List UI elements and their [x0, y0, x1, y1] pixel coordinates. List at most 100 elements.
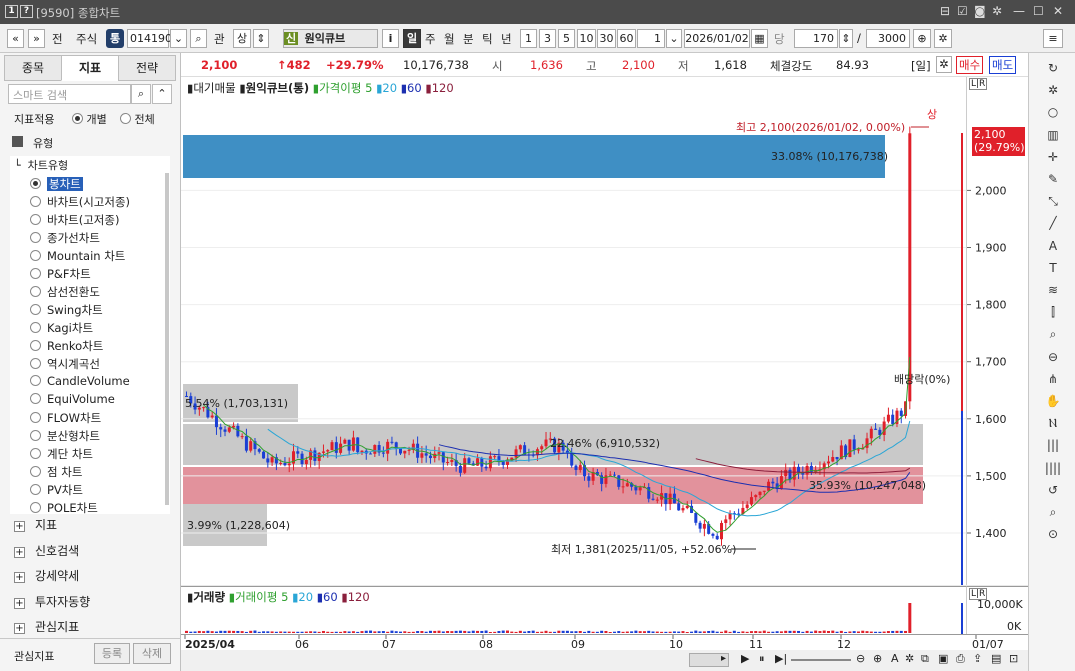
legend-supply[interactable]: 대기매물 [193, 81, 235, 95]
chart-type-item[interactable]: Renko차트 [30, 338, 103, 355]
code-dropdown-icon[interactable]: ⌄ [170, 29, 187, 48]
legend-vma20[interactable]: 20 [298, 590, 313, 604]
pencil-icon[interactable]: ✎ [1044, 170, 1062, 188]
register-button[interactable]: 등록 [94, 643, 130, 664]
export-icon[interactable]: ⇪ [973, 652, 982, 665]
auto-icon[interactable]: A [1044, 237, 1062, 255]
chart-type-item[interactable]: 봉차트 [30, 176, 83, 193]
chart-type-item[interactable]: CandleVolume [30, 374, 130, 391]
list-scrollbar[interactable] [165, 173, 169, 505]
zoom-out-icon[interactable]: ⊖ [856, 652, 865, 665]
section-header[interactable]: + 지표 [14, 516, 57, 533]
smart-search-input[interactable]: 스마트 검색 [8, 84, 131, 104]
candle-icon[interactable]: ⫿ [1044, 303, 1062, 321]
interval-60-button[interactable]: 60 [617, 29, 636, 48]
circle-icon[interactable]: ○ [1044, 103, 1062, 121]
fib-lines-icon[interactable]: ||| [1044, 436, 1062, 454]
period-month-button[interactable]: 월 [444, 31, 455, 47]
speed-slider[interactable] [791, 659, 851, 661]
prev-stock-button[interactable]: « [7, 29, 24, 48]
undo-icon[interactable]: ↺ [1044, 481, 1062, 499]
price-axis[interactable]: L|R 2,000 1,900 1,800 1,700 1,600 1,500 1,400 … [966, 77, 1028, 585]
chart-type-item[interactable]: 바차트(시고저종) [30, 194, 130, 211]
interval-1-button[interactable]: 1 [520, 29, 537, 48]
volume-axis[interactable]: L|R 10,000K 0K [966, 586, 1028, 634]
legend-vma5[interactable]: 5 [281, 590, 288, 604]
market-select[interactable]: 주식 [76, 31, 97, 47]
legend-ma20[interactable]: 20 [382, 81, 397, 95]
legend-ma-label[interactable]: 가격이평 [319, 81, 361, 95]
chart-type-item[interactable]: 종가선차트 [30, 230, 100, 247]
legend-volume[interactable]: 거래량 [193, 590, 225, 604]
legend-vma-label[interactable]: 거래이평 [235, 590, 277, 604]
volume-chart-panel[interactable]: ▮거래량 ▮거래이평 5 ▮20 ▮60 ▮120 [181, 586, 966, 635]
legend-ma60[interactable]: 60 [407, 81, 422, 95]
chart-type-item[interactable]: 계단 차트 [30, 446, 93, 463]
settings-icon[interactable]: ✲ [992, 4, 1002, 18]
legend-vma120[interactable]: 120 [348, 590, 370, 604]
updown-spinner-icon[interactable]: ⇕ [253, 29, 269, 48]
chart-type-item[interactable]: Mountain 차트 [30, 248, 125, 265]
chart-type-item[interactable]: P&F차트 [30, 266, 91, 283]
camera-icon[interactable]: ◙ [974, 4, 986, 18]
settings-icon[interactable]: ✲ [905, 652, 914, 665]
interval-dropdown-icon[interactable]: ⌄ [666, 29, 682, 48]
section-header[interactable]: + 관심지표 [14, 618, 79, 635]
chart-type-item[interactable]: EquiVolume [30, 392, 115, 409]
chart-type-item[interactable]: PV차트 [30, 482, 83, 499]
line-icon[interactable]: ╱ [1044, 214, 1062, 232]
zoom-in-icon[interactable]: ⊕ [873, 652, 882, 665]
section-header[interactable]: + 신호검색 [14, 542, 79, 559]
group-type-header[interactable]: 유형 [12, 135, 172, 151]
search-icon[interactable]: ⌕ [1044, 503, 1062, 521]
save-icon[interactable]: ▣ [938, 652, 948, 665]
toolbar-menu-icon[interactable]: ≡ [1043, 29, 1063, 48]
calendar-icon[interactable]: ▦ [751, 29, 768, 48]
apply-all-radio[interactable]: 전체 [120, 111, 155, 127]
text-icon[interactable]: A [891, 652, 899, 665]
gwan-button[interactable]: 관 [214, 31, 225, 47]
magnet-icon[interactable]: ⋔ [1044, 370, 1062, 388]
tong-button[interactable]: 통 [106, 29, 124, 48]
toolbar-settings-icon[interactable]: ✲ [934, 29, 952, 48]
legend-stock[interactable]: 원익큐브(통) [246, 81, 309, 95]
delete-button[interactable]: 삭제 [133, 643, 171, 664]
tab-strategy[interactable]: 전략 [118, 55, 176, 81]
interval-3-button[interactable]: 3 [539, 29, 556, 48]
infobar-settings-icon[interactable]: ✲ [936, 56, 952, 73]
period-tick-button[interactable]: 틱 [482, 31, 493, 47]
legend-vma60[interactable]: 60 [323, 590, 338, 604]
help-icon[interactable]: ? [20, 5, 33, 18]
gear-icon[interactable]: ✲ [1044, 81, 1062, 99]
total-count-input[interactable]: 3000 [866, 29, 910, 48]
next-stock-button[interactable]: » [28, 29, 45, 48]
pin-icon[interactable]: ⊟ [940, 4, 950, 18]
buy-button[interactable]: 매수 [956, 56, 984, 74]
n-icon[interactable]: Ⲛ [1044, 414, 1062, 432]
zoom-plus-icon[interactable]: ⊕ [913, 29, 931, 48]
chart-type-item[interactable]: 분산형차트 [30, 428, 100, 445]
chart-type-item[interactable]: 역시계곡선 [30, 356, 100, 373]
pause-icon[interactable]: ⏸ [759, 652, 765, 666]
chart-type-item[interactable]: Kagi차트 [30, 320, 93, 337]
sang-button[interactable]: 상 [233, 29, 251, 48]
bar-chart-icon[interactable]: ▥ [1044, 126, 1062, 144]
tab-stock[interactable]: 종목 [4, 55, 62, 81]
copy-icon[interactable]: ⧉ [921, 652, 929, 666]
maximize-icon[interactable]: ☐ [1033, 4, 1044, 18]
chart-type-item[interactable]: FLOW차트 [30, 410, 101, 427]
ray-icon[interactable]: ⤡ [1044, 192, 1062, 210]
text-icon[interactable]: T [1044, 259, 1062, 277]
minimize-icon[interactable]: — [1013, 4, 1025, 18]
period-week-button[interactable]: 주 [425, 31, 436, 47]
close-icon[interactable]: ✕ [1053, 4, 1063, 18]
grid-icon[interactable]: ▤ [991, 652, 1001, 665]
play-icon[interactable]: ▶ [741, 652, 749, 665]
search-icon[interactable]: ⌕ [131, 84, 151, 104]
stock-code-input[interactable]: 014190 [127, 29, 172, 48]
bar-count-input[interactable]: 170 [794, 29, 838, 48]
stock-name-box[interactable]: 신 원익큐브 [283, 29, 378, 48]
stop-icon[interactable]: ▶| [775, 652, 787, 665]
crosshair-icon[interactable]: ✛ [1044, 148, 1062, 166]
chart-type-item[interactable]: 점 차트 [30, 464, 82, 481]
